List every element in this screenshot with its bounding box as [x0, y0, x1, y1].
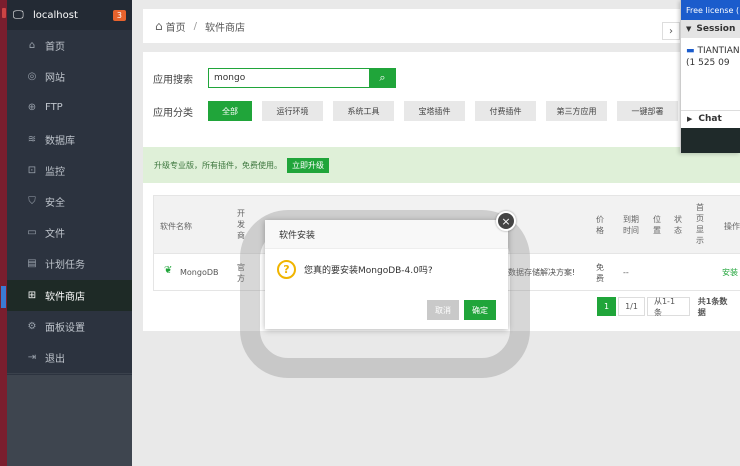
- license-banner: Free license (: [681, 0, 740, 20]
- chat-label: Chat: [698, 114, 722, 124]
- remote-panel-footer: [681, 128, 740, 153]
- session-id: (1 525 09: [686, 58, 730, 68]
- triangle-right-icon: ▶: [687, 115, 693, 123]
- remote-session-panel: Free license ( ▼ Session ▬ TIANTIAN (1 52…: [680, 0, 740, 153]
- install-dialog: 软件安装 ? 您真的要安装MongoDB-4.0吗? 取消 确定: [265, 220, 508, 329]
- monitor-icon: ▬: [686, 46, 695, 56]
- chat-section[interactable]: ▶ Chat: [681, 110, 740, 127]
- cancel-button[interactable]: 取消: [427, 300, 459, 320]
- session-item[interactable]: ▬ TIANTIAN (1 525 09: [686, 45, 740, 69]
- confirm-button[interactable]: 确定: [464, 300, 496, 320]
- triangle-down-icon: ▼: [686, 25, 692, 33]
- session-header-label: Session: [696, 24, 736, 34]
- chevron-right-icon[interactable]: ›: [662, 22, 680, 40]
- session-name: TIANTIAN: [697, 46, 740, 56]
- dialog-buttons: 取消 确定: [422, 300, 496, 320]
- dialog-message: 您真的要安装MongoDB-4.0吗?: [304, 266, 433, 276]
- session-header[interactable]: ▼ Session: [681, 20, 740, 38]
- question-icon: ?: [277, 260, 296, 279]
- close-icon[interactable]: ×: [496, 211, 516, 231]
- dialog-title: 软件安装: [265, 220, 508, 249]
- dialog-body: ? 您真的要安装MongoDB-4.0吗?: [277, 260, 433, 279]
